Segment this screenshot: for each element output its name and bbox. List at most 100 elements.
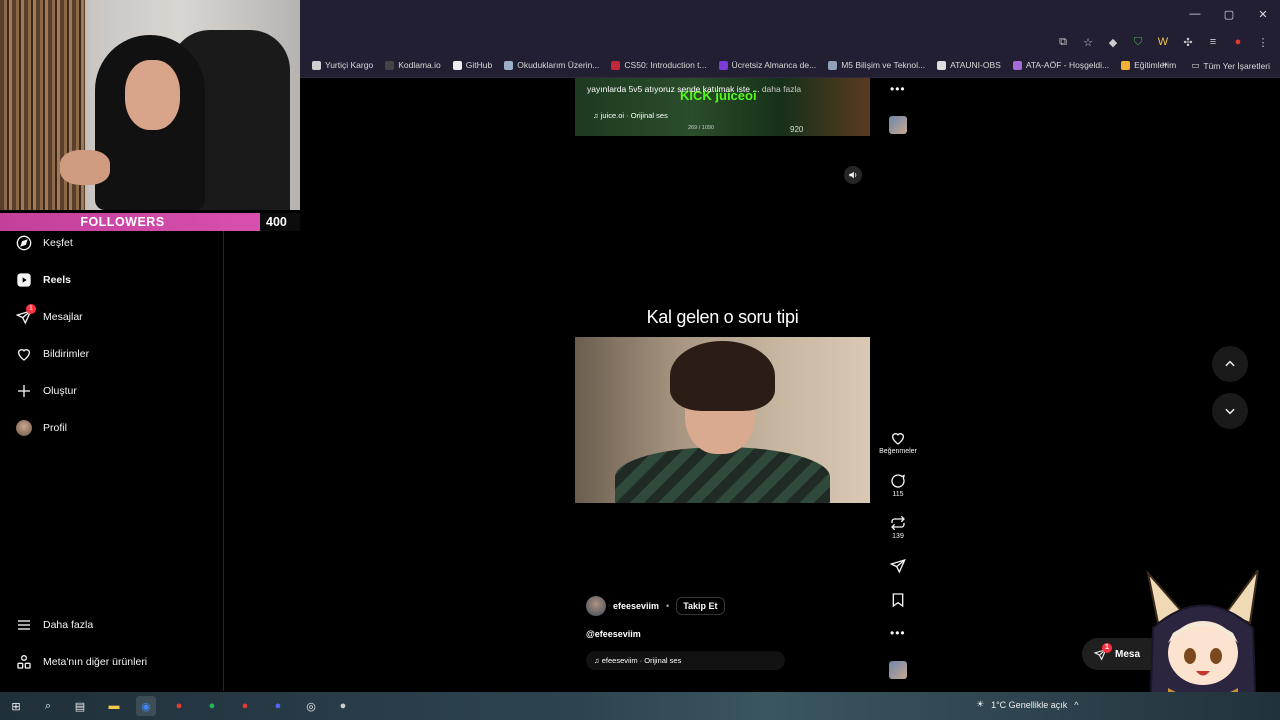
bookmark-label: Ücretsiz Almanca de...: [731, 60, 817, 70]
sidebar-item-label: Oluştur: [43, 385, 77, 397]
weather-text[interactable]: 1°C Genellikle açık: [991, 700, 1067, 710]
audio-label: juice.oi · Orijinal ses: [600, 111, 668, 120]
speaker-icon: [849, 171, 857, 179]
chrome-icon[interactable]: ◉: [136, 696, 156, 716]
author-username[interactable]: efeeseviim: [613, 601, 659, 611]
meta-products-icon: [17, 655, 31, 669]
person-shirt: [615, 447, 830, 503]
instagram-sidebar: Keşfet Reels 1 Mesajlar Bildirimler Oluş…: [0, 231, 224, 691]
windows-start-icon[interactable]: ⊞: [6, 696, 26, 716]
previous-reel-more-button[interactable]: •••: [890, 82, 906, 96]
game-score: 920: [790, 125, 804, 134]
minimize-button[interactable]: —: [1178, 0, 1212, 28]
reel-audio-avatar[interactable]: [889, 661, 907, 679]
reel-subtitle: Kal gelen o soru tipi: [646, 307, 799, 327]
bookmark-item[interactable]: ATAUNI-OBS: [937, 60, 1001, 70]
profile-icon[interactable]: ●: [1229, 33, 1247, 51]
sidebar-item-reels[interactable]: Reels: [16, 272, 71, 288]
app-icon[interactable]: ●: [333, 696, 353, 716]
task-view-icon[interactable]: ▤: [70, 696, 90, 716]
close-button[interactable]: ✕: [1246, 0, 1280, 28]
bookmarks-overflow-button[interactable]: »: [1162, 59, 1168, 70]
all-bookmarks-button[interactable]: ▭ Tüm Yer İşaretleri: [1191, 60, 1270, 71]
discord-icon[interactable]: ●: [268, 696, 288, 716]
bookmark-favicon-icon: [1012, 60, 1022, 70]
sidebar-item-label: Mesajlar: [43, 311, 83, 323]
menu-icon[interactable]: ⋮: [1254, 33, 1272, 51]
chevron-down-icon: [1225, 408, 1235, 415]
windows-taskbar: ⊞ ⌕ ▤ ▬ ◉ ● ● ● ● ◎ ● ☀ 1°C Genellikle a…: [0, 692, 1280, 720]
author-avatar[interactable]: [586, 596, 606, 616]
reel-more-button[interactable]: •••: [890, 626, 906, 640]
all-bookmarks-label: Tüm Yer İşaretleri: [1203, 60, 1270, 71]
sidebar-item-label: Keşfet: [43, 237, 73, 249]
repost-button[interactable]: 139: [877, 515, 919, 540]
search-icon[interactable]: ⌕: [38, 696, 58, 716]
sidebar-item-more[interactable]: Daha fazla: [16, 617, 93, 633]
reel-caption: @efeeseviim: [586, 629, 641, 639]
file-explorer-icon[interactable]: ▬: [104, 696, 124, 716]
game-stat: 269 / 1090: [688, 125, 714, 131]
previous-reel-audio-avatar[interactable]: [889, 116, 907, 134]
obs-icon[interactable]: ◎: [301, 696, 321, 716]
weather-icon: ☀: [976, 699, 985, 709]
previous-reel-caption: yayınlarda 5v5 atıyoruz sende katılmak i…: [587, 84, 801, 94]
chevron-up-icon: [1225, 360, 1235, 367]
screen: — ▢ ✕ ⧉ ☆ ◆ ⛉ W ✣ ≡ ● ⋮ Yurtiçi Kargo Kod…: [0, 0, 1280, 720]
messages-badge: 1: [26, 304, 36, 314]
bookmark-item[interactable]: ATA-AÖF - Hoşgeldi...: [1012, 60, 1109, 70]
sidebar-item-notifications[interactable]: Bildirimler: [16, 346, 89, 362]
sidebar-item-label: Bildirimler: [43, 348, 90, 360]
app-icon[interactable]: ●: [235, 696, 255, 716]
audio-label: efeeseviim · Orijinal ses: [601, 656, 682, 665]
extension-icon[interactable]: W: [1154, 33, 1172, 51]
follow-button[interactable]: Takip Et: [676, 597, 725, 615]
puzzle-icon[interactable]: ✣: [1179, 33, 1197, 51]
spotify-icon[interactable]: ●: [202, 696, 222, 716]
install-app-icon[interactable]: ⧉: [1054, 33, 1072, 51]
bookmark-item[interactable]: Kodlama.io: [385, 60, 441, 70]
bookmark-item[interactable]: CS50: Introduction t...: [611, 60, 707, 70]
sidebar-item-profile[interactable]: Profil: [16, 420, 67, 436]
bookmark-item[interactable]: Ücretsiz Almanca de...: [718, 60, 817, 70]
maximize-button[interactable]: ▢: [1212, 0, 1246, 28]
reel-audio-chip[interactable]: ♫ efeeseviim · Orijinal ses: [586, 651, 785, 670]
sidebar-item-messages[interactable]: 1 Mesajlar: [16, 304, 83, 325]
mute-toggle-button[interactable]: [844, 166, 862, 184]
current-reel[interactable]: Kal gelen o soru tipi efeeseviim • Takip…: [575, 157, 870, 681]
heart-icon: [17, 349, 31, 361]
bookmark-item[interactable]: GitHub: [452, 60, 492, 70]
save-button[interactable]: [877, 592, 919, 608]
sidebar-item-label: Profil: [43, 422, 67, 434]
bookmark-favicon-icon: [312, 60, 321, 70]
person-hair: [670, 341, 775, 411]
extension-icon[interactable]: ◆: [1104, 33, 1122, 51]
share-button[interactable]: [877, 558, 919, 574]
bookmark-item[interactable]: M5 Bilişim ve Teknol...: [828, 60, 925, 70]
sidebar-item-create[interactable]: Oluştur: [16, 383, 77, 399]
sidebar-item-meta[interactable]: Meta'nın diğer ürünleri: [16, 654, 147, 670]
caption-more-link[interactable]: daha fazla: [762, 84, 801, 94]
bookmark-icon: [892, 593, 904, 608]
app-icon[interactable]: ●: [169, 696, 189, 716]
tray-chevron-icon[interactable]: ^: [1074, 700, 1078, 710]
previous-reel[interactable]: KICK juiceoi yayınlarda 5v5 atıyoruz sen…: [575, 78, 870, 136]
bookmark-favicon-icon: [504, 60, 514, 70]
previous-reel-audio[interactable]: ♫ juice.oi · Orijinal ses: [593, 111, 668, 120]
send-icon: [890, 558, 906, 574]
comment-button[interactable]: 115: [877, 473, 919, 498]
heart-icon: [891, 433, 905, 445]
bookmark-label: Kodlama.io: [398, 60, 441, 70]
bookmark-item[interactable]: Yurtiçi Kargo: [312, 60, 373, 70]
reel-video-frame[interactable]: [575, 337, 870, 503]
star-icon[interactable]: ☆: [1079, 33, 1097, 51]
next-reel-button[interactable]: [1212, 393, 1248, 429]
media-icon[interactable]: ≡: [1204, 33, 1222, 51]
sidebar-item-explore[interactable]: Keşfet: [16, 235, 73, 251]
caption-text: yayınlarda 5v5 atıyoruz sende katılmak i…: [587, 84, 760, 94]
bookmark-item[interactable]: Okuduklarım Üzerin...: [504, 60, 599, 70]
shield-icon[interactable]: ⛉: [1129, 33, 1147, 51]
system-tray: ☀ 1°C Genellikle açık ^: [976, 699, 1078, 710]
previous-reel-button[interactable]: [1212, 346, 1248, 382]
like-button[interactable]: Beğenmeler: [877, 430, 919, 455]
